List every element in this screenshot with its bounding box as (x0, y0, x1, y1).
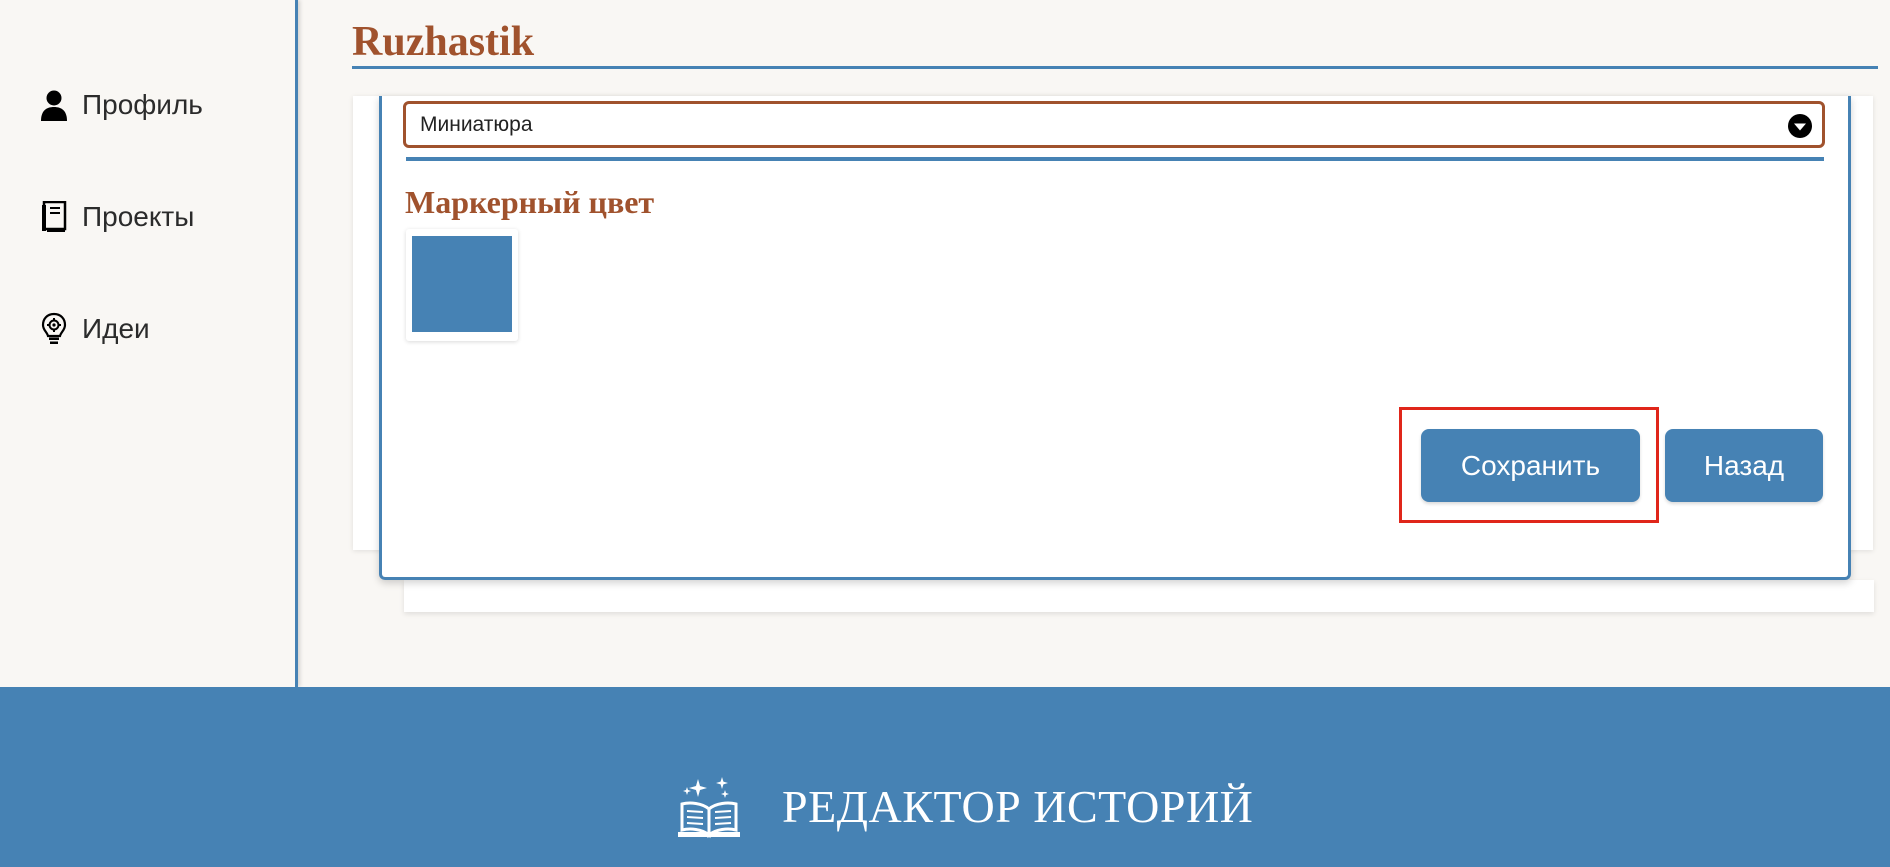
user-icon (40, 89, 68, 121)
footer (0, 687, 1890, 867)
sidebar-item-ideas[interactable]: Идеи (40, 309, 150, 349)
sidebar-item-label: Идеи (82, 313, 150, 344)
save-button[interactable]: Сохранить (1421, 429, 1640, 502)
sidebar-item-label: Проекты (82, 201, 195, 232)
modal-divider (406, 157, 1824, 161)
background-card-lower (404, 580, 1874, 612)
chevron-down-icon[interactable] (1788, 114, 1812, 138)
sidebar-item-profile[interactable]: Профиль (40, 85, 203, 125)
select-value: Миниатюра (420, 112, 533, 136)
sidebar-item-label: Профиль (82, 89, 203, 120)
marker-color-heading: Маркерный цвет (405, 184, 655, 220)
marker-color-swatch[interactable] (412, 236, 512, 332)
footer-brand: РЕДАКТОР ИСТОРИЙ (782, 781, 1254, 832)
notebook-icon (40, 201, 68, 233)
sidebar-item-projects[interactable]: Проекты (40, 197, 194, 237)
thumbnail-type-select[interactable]: Миниатюра (403, 101, 1825, 148)
marker-color-picker[interactable] (406, 229, 518, 341)
title-divider (352, 66, 1878, 69)
back-button[interactable]: Назад (1665, 429, 1823, 502)
lightbulb-gear-icon (40, 312, 68, 345)
sidebar: Профиль Проекты Идеи (0, 0, 298, 687)
settings-modal (379, 96, 1851, 580)
open-book-sparkles-icon (676, 775, 742, 841)
page-title: Ruzhastik (352, 19, 535, 65)
